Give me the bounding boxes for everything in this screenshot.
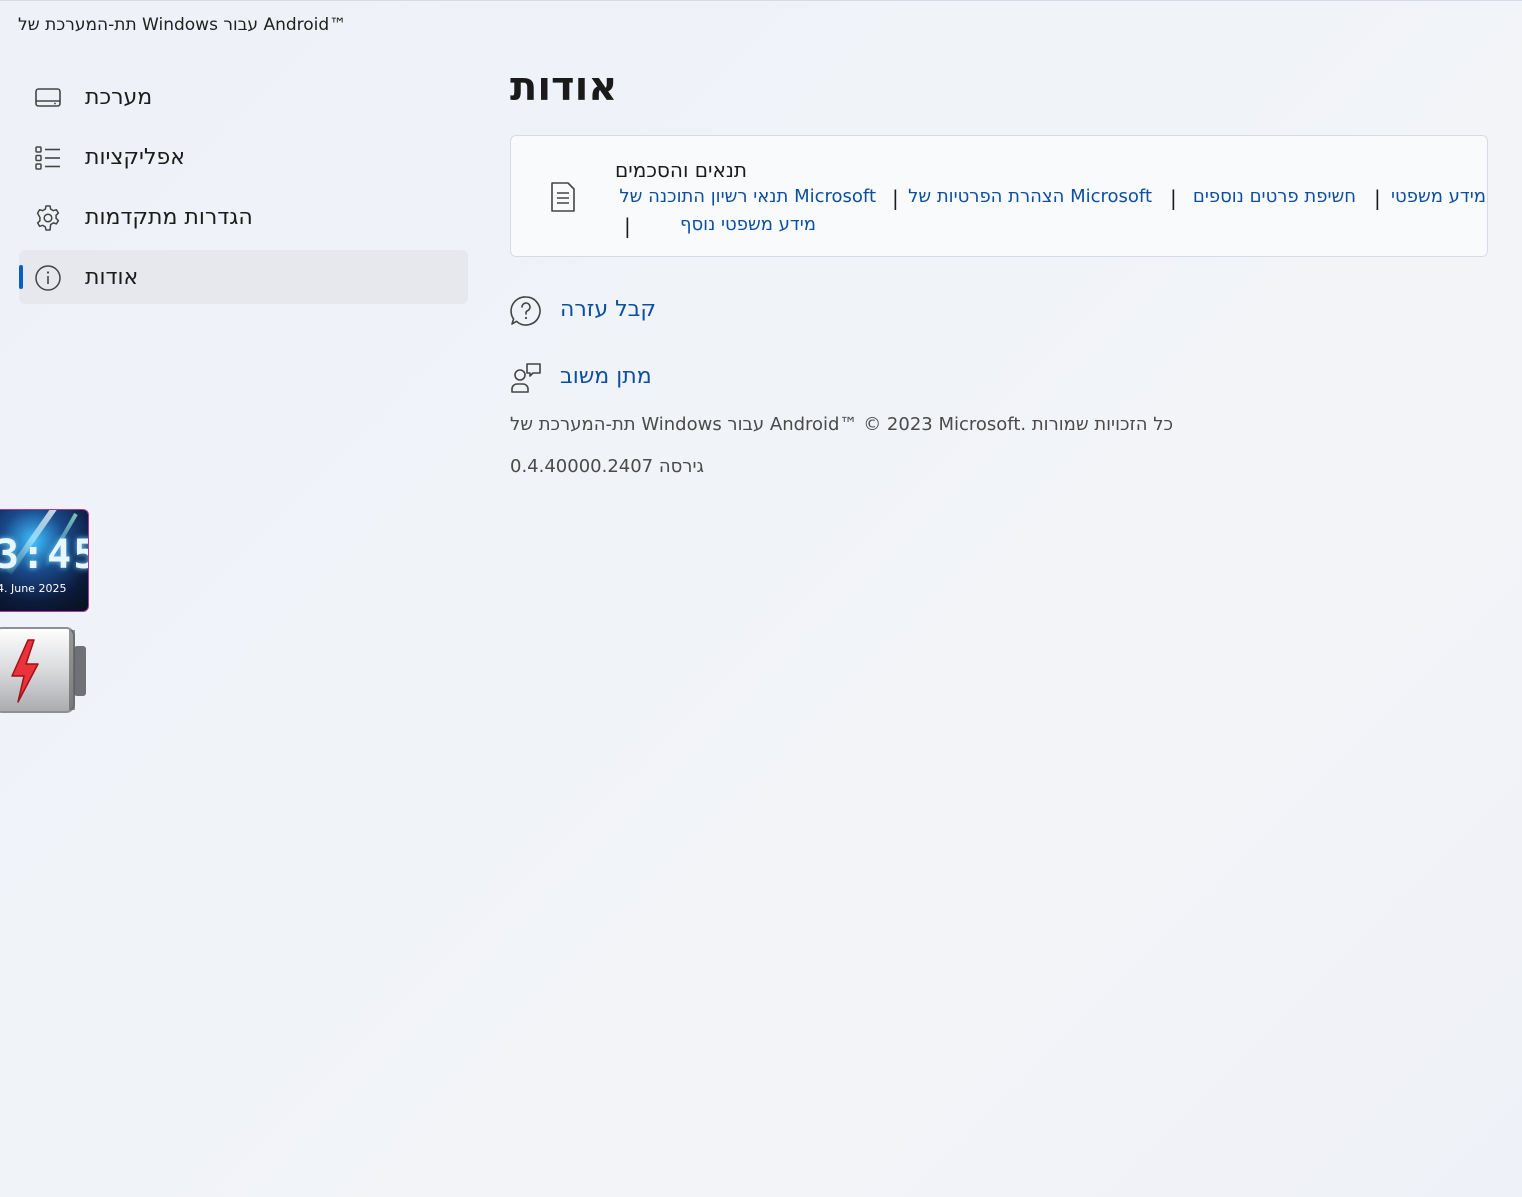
sidebar-item-apps[interactable]: אפליקציות — [19, 130, 468, 184]
title-bar: תת-המערכת של Windows עבור Android™ — [0, 0, 1522, 51]
terms-card: תנאים והסכמים מידע משפטי | חשיפת פרטים נ… — [510, 135, 1488, 257]
feedback-icon — [511, 363, 541, 393]
terms-links-row2: מידע משפטי נוסף | — [616, 214, 816, 240]
separator: | — [1374, 186, 1381, 210]
window-title: תת-המערכת של Windows עבור Android™ — [18, 15, 347, 35]
additional-legal-info-link[interactable]: מידע משפטי נוסף — [680, 214, 816, 235]
separator: | — [1170, 186, 1177, 210]
clock-date: 4. June 2025 — [0, 582, 67, 595]
battery-charging-icon[interactable] — [0, 618, 89, 718]
privacy-statement-link[interactable]: הצהרת הפרטיות של Microsoft — [908, 186, 1152, 207]
page-title: אודות — [510, 64, 618, 110]
help-icon — [510, 296, 541, 326]
feedback-link[interactable]: מתן משוב — [560, 364, 652, 389]
copyright-text: תת-המערכת של Windows עבור Android™ © 202… — [510, 414, 1173, 435]
legal-info-link[interactable]: מידע משפטי — [1391, 186, 1486, 207]
sidebar-item-label: מערכת — [85, 85, 153, 110]
get-help-link[interactable]: קבל עזרה — [560, 297, 656, 322]
laptop-icon — [35, 88, 61, 107]
sidebar-item-label: אפליקציות — [85, 145, 185, 170]
clock-time: 3:45 — [0, 532, 88, 578]
sidebar-item-label: הגדרות מתקדמות — [85, 205, 253, 230]
sidebar-item-about[interactable]: אודות — [19, 250, 468, 304]
feedback-row[interactable]: מתן משוב — [510, 362, 810, 396]
terms-title: תנאים והסכמים — [615, 158, 748, 182]
gear-icon — [36, 205, 60, 231]
additional-disclosure-link[interactable]: חשיפת פרטים נוספים — [1193, 186, 1356, 207]
separator: | — [624, 214, 631, 238]
selection-indicator — [19, 265, 23, 289]
sidebar-item-advanced-settings[interactable]: הגדרות מתקדמות — [19, 190, 468, 244]
clock-widget[interactable]: 3:45 4. June 2025 — [0, 509, 89, 612]
info-icon — [35, 265, 61, 291]
sidebar-item-system[interactable]: מערכת — [19, 70, 468, 124]
sidebar-item-label: אודות — [85, 265, 139, 290]
list-icon — [35, 146, 60, 170]
version-text: גירסה 0.4.40000.2407 — [510, 456, 704, 477]
document-icon — [551, 182, 575, 212]
separator: | — [892, 186, 899, 210]
get-help-row[interactable]: קבל עזרה — [510, 295, 810, 329]
terms-links: מידע משפטי | חשיפת פרטים נוספים | הצהרת … — [616, 186, 1486, 212]
sidebar-nav: מערכת אפליקציות הגדרות מתקדמות אודות — [19, 70, 468, 310]
software-license-link[interactable]: תנאי רשיון התוכנה של Microsoft — [619, 186, 876, 207]
